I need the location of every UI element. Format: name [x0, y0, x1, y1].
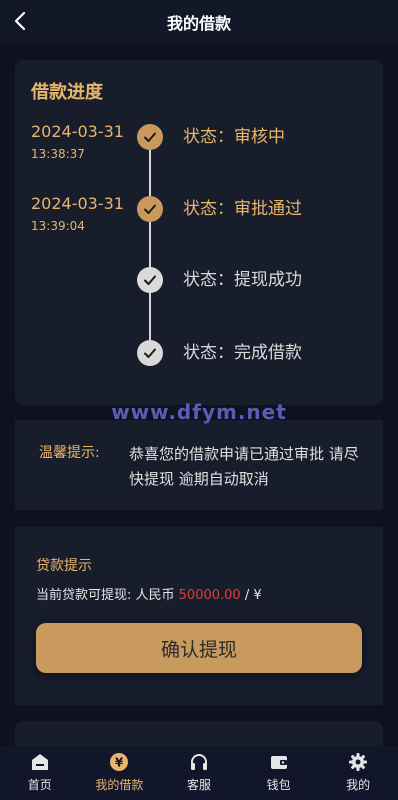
- confirm-withdraw-button[interactable]: 确认提现: [36, 623, 362, 673]
- step-time: 13:39:04: [31, 219, 85, 233]
- tab-label: 我的: [346, 778, 371, 792]
- tip-label: 温馨提示:: [39, 445, 100, 461]
- watermark-text: www.dfym.net: [111, 400, 287, 424]
- check-circle-icon: [137, 267, 163, 293]
- warm-tip-card: 温馨提示: 恭喜您的借款申请已通过审批 请尽快提现 逾期自动取消: [15, 420, 383, 510]
- step-date: 2024-03-31: [31, 122, 124, 141]
- wallet-icon: [269, 752, 289, 772]
- tab-my-loan[interactable]: ¥ 我的借款: [80, 746, 160, 800]
- tab-label: 我的借款: [95, 778, 144, 792]
- step-status: 状态：审批通过: [183, 199, 302, 219]
- step-date: 2024-03-31: [31, 194, 124, 213]
- tab-wallet[interactable]: 钱包: [239, 746, 319, 800]
- timeline-line: [149, 136, 151, 352]
- home-icon: [30, 752, 50, 772]
- check-circle-icon: [137, 340, 163, 366]
- top-nav-bar: 我的借款: [0, 0, 398, 44]
- step-status: 状态：审核中: [183, 127, 285, 147]
- loan-title: 贷款提示: [36, 558, 92, 574]
- tab-mine[interactable]: 我的: [318, 746, 398, 800]
- amount-prefix: 当前贷款可提现: 人民币: [36, 588, 179, 603]
- step-status: 状态：完成借款: [183, 343, 302, 363]
- withdrawable-amount-line: 当前贷款可提现: 人民币 50000.00 / ¥: [36, 584, 262, 603]
- yen-coin-icon: ¥: [109, 752, 129, 772]
- tab-home[interactable]: 首页: [0, 746, 80, 800]
- bottom-tab-bar: 首页 ¥ 我的借款 客服 钱包 我的: [0, 746, 398, 800]
- headset-icon: [189, 752, 209, 772]
- check-circle-icon: [137, 196, 163, 222]
- amount-value: 50000.00: [178, 588, 241, 603]
- amount-suffix: / ¥: [240, 588, 262, 603]
- tip-text: 恭喜您的借款申请已通过审批 请尽快提现 逾期自动取消: [129, 445, 359, 488]
- check-circle-icon: [137, 124, 163, 150]
- loan-notice-card: 贷款提示 当前贷款可提现: 人民币 50000.00 / ¥ 确认提现: [15, 527, 383, 705]
- page-title: 我的借款: [166, 14, 231, 33]
- gear-icon: [348, 752, 368, 772]
- back-arrow-icon[interactable]: [10, 9, 32, 33]
- tab-label: 钱包: [266, 778, 291, 792]
- loan-progress-card: 借款进度 2024-03-31 13:38:37 状态：审核中 2024-03-…: [15, 60, 383, 405]
- tab-customer-service[interactable]: 客服: [159, 746, 239, 800]
- tab-label: 首页: [27, 778, 52, 792]
- step-time: 13:38:37: [31, 147, 85, 161]
- step-status: 状态：提现成功: [183, 270, 302, 290]
- tab-label: 客服: [186, 778, 211, 792]
- svg-text:¥: ¥: [115, 756, 124, 770]
- progress-title: 借款进度: [31, 82, 103, 103]
